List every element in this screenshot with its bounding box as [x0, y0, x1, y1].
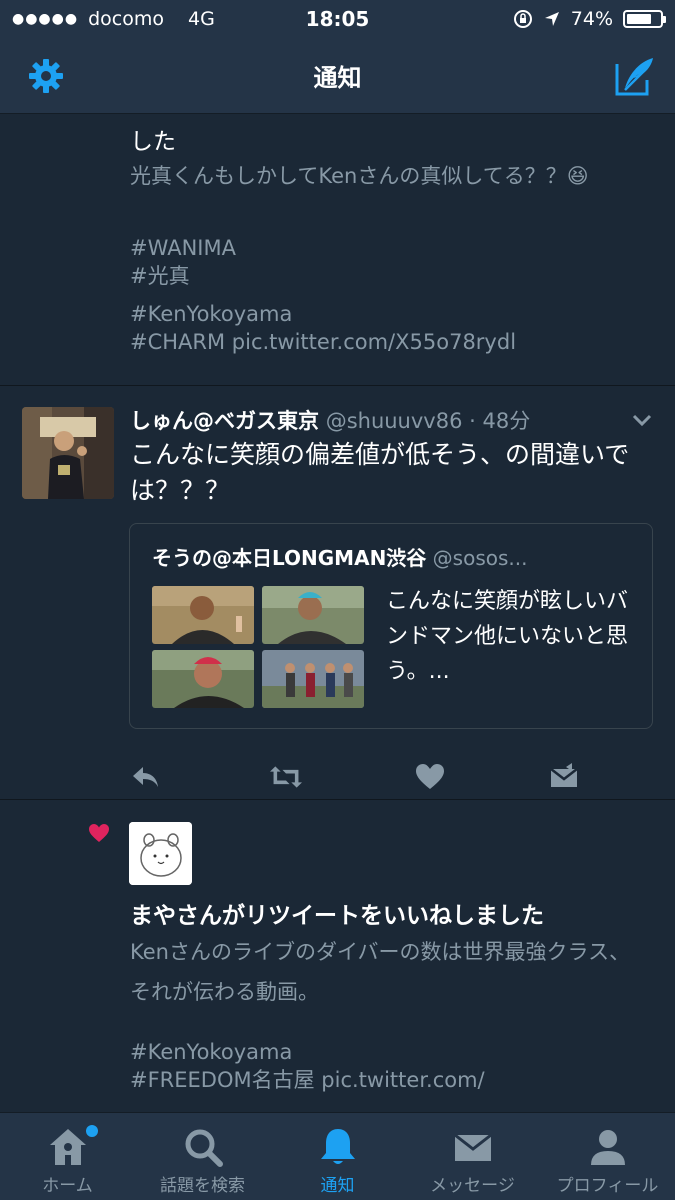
home-icon — [49, 1129, 86, 1165]
tab-label: メッセージ — [430, 1176, 515, 1196]
battery-percent: 74% — [570, 8, 613, 30]
status-bar: ●●●●● docomo 4G 18:05 74% — [0, 0, 675, 38]
photo-thumbnail[interactable] — [152, 650, 254, 708]
tweet-item[interactable]: しゅん@ベガス東京 @shuuuvv86 · 48分 こんなに笑顔の偏差値が低そ… — [0, 387, 675, 799]
tab-label: 話題を検索 — [160, 1176, 245, 1196]
photo-thumbnail[interactable] — [262, 650, 364, 708]
author-name[interactable]: しゅん@ベガス東京 — [130, 409, 319, 433]
chevron-down-icon[interactable] — [631, 409, 653, 431]
quoted-tweet-text: こんなに笑顔が眩しいバンドマン他にいないと思う。... — [386, 589, 629, 684]
tab-label: ホーム — [42, 1176, 93, 1196]
notification-title: まやさんがリツイートをいいねしました — [130, 903, 544, 929]
network-label: 4G — [187, 8, 215, 30]
tweet-body: Kenさんのライブのダイバーの数は世界最強クラス、それが伝わる動画。 — [130, 940, 631, 1004]
compose-tweet-icon[interactable] — [613, 54, 657, 98]
quoted-author-handle: @sosos... — [432, 546, 528, 570]
avatar[interactable] — [129, 822, 192, 885]
tweet-text: こんなに笑顔の偏差値が低そう、の間違いでは？？？ — [130, 440, 630, 505]
page-title: 通知 — [313, 64, 362, 92]
tweet-author-line: しゅん@ベガス東京 @shuuuvv86 · 48分 — [130, 405, 530, 435]
envelope-icon — [453, 1133, 492, 1161]
tweet-body: 光真くんもしかしてKenさんの真似してる？？😆 — [130, 164, 589, 188]
quoted-tweet-card[interactable]: そうの@本日LONGMAN渋谷 @sosos... こんなに笑顔が眩しいバンドマ… — [129, 523, 653, 729]
hashtag-link[interactable]: #KenYokoyama — [130, 300, 516, 328]
media-grid[interactable] — [152, 586, 364, 708]
notifications-feed[interactable]: した 光真くんもしかしてKenさんの真似してる？？😆 #WANIMA #光真 #… — [0, 114, 675, 1112]
tab-profile[interactable]: プロフィール — [540, 1113, 675, 1200]
like-icon[interactable] — [414, 761, 446, 793]
tweet-title-partial: した — [130, 129, 176, 155]
retweet-icon[interactable] — [270, 761, 302, 793]
tab-search[interactable]: 話題を検索 — [135, 1113, 270, 1200]
hashtag-link[interactable]: #CHARM pic.twitter.com/X55o78rydl — [130, 328, 516, 356]
avatar[interactable] — [22, 407, 114, 499]
battery-icon — [623, 10, 666, 28]
carrier-label: docomo — [88, 8, 164, 30]
tab-label: プロフィール — [556, 1176, 659, 1196]
author-handle: @shuuuvv86 · 48分 — [325, 409, 531, 433]
gear-icon[interactable] — [26, 56, 66, 96]
photo-thumbnail[interactable] — [152, 586, 254, 644]
signal-strength-icon: ●●●●● — [12, 11, 79, 27]
rotation-lock-icon — [513, 10, 532, 28]
battery-fill — [627, 14, 651, 24]
reply-icon[interactable] — [130, 761, 162, 793]
tab-messages[interactable]: メッセージ — [405, 1113, 540, 1200]
quoted-author-line: そうの@本日LONGMAN渋谷 @sosos... — [152, 542, 527, 571]
tab-notifications[interactable]: 通知 — [270, 1113, 405, 1200]
hashtag-link[interactable]: #KenYokoyama — [130, 1038, 485, 1066]
tab-home[interactable]: ホーム — [0, 1113, 135, 1200]
location-arrow-icon — [544, 12, 559, 26]
hashtag-link[interactable]: #光真 — [130, 262, 236, 290]
heart-icon — [89, 824, 109, 842]
person-icon — [590, 1130, 625, 1165]
bell-icon — [320, 1129, 355, 1164]
header-bar: 通知 — [0, 38, 675, 114]
like-notification-item[interactable]: まやさんがリツイートをいいねしました Kenさんのライブのダイバーの数は世界最強… — [0, 800, 675, 1112]
hashtag-link[interactable]: #WANIMA — [130, 234, 236, 262]
quoted-author-name: そうの@本日LONGMAN渋谷 — [152, 546, 427, 570]
tab-label: 通知 — [320, 1176, 355, 1196]
direct-message-icon[interactable] — [548, 761, 580, 793]
search-icon — [185, 1129, 223, 1167]
hashtag-link[interactable]: #FREEDOM名古屋 pic.twitter.com/ — [130, 1066, 485, 1094]
bottom-tab-bar: ホーム 話題を検索 通知 メッセージ プロフィール — [0, 1112, 675, 1200]
photo-thumbnail[interactable] — [262, 586, 364, 644]
tweet-actions — [130, 761, 580, 797]
unread-dot — [86, 1125, 98, 1137]
tweet-item[interactable]: した 光真くんもしかしてKenさんの真似してる？？😆 #WANIMA #光真 #… — [0, 114, 675, 386]
divider — [0, 385, 675, 386]
